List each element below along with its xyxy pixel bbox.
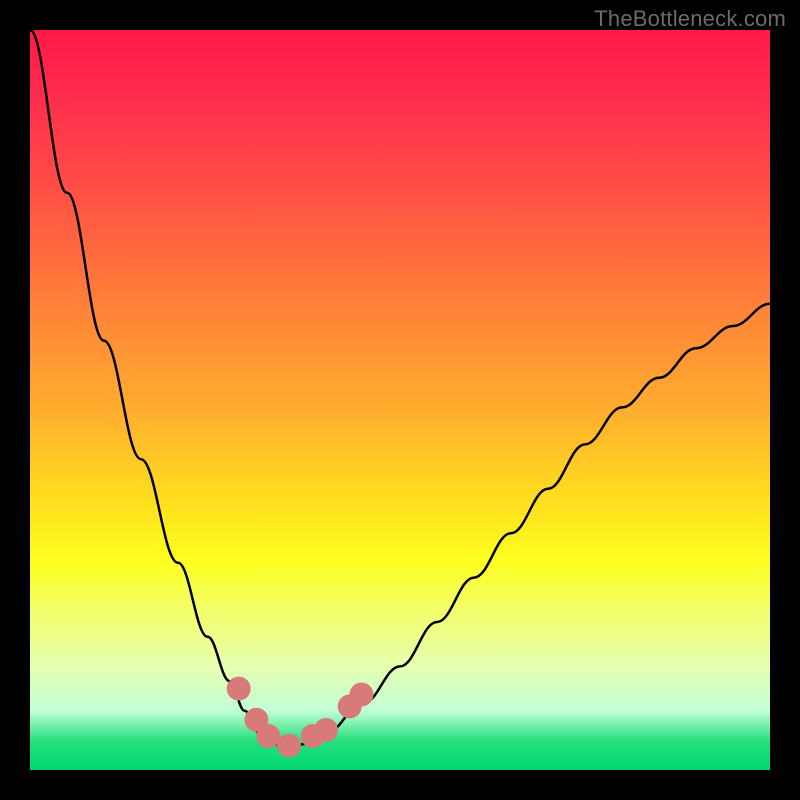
chart-area	[30, 30, 770, 770]
highlight-marker	[350, 683, 374, 707]
highlight-marker	[256, 724, 280, 748]
highlight-marker	[277, 734, 301, 758]
bottleneck-curve	[30, 30, 770, 748]
watermark-text: TheBottleneck.com	[594, 6, 786, 32]
highlight-marker	[314, 718, 338, 742]
highlight-marker	[227, 677, 251, 701]
highlight-marker-group	[227, 677, 374, 758]
bottleneck-plot	[30, 30, 770, 770]
